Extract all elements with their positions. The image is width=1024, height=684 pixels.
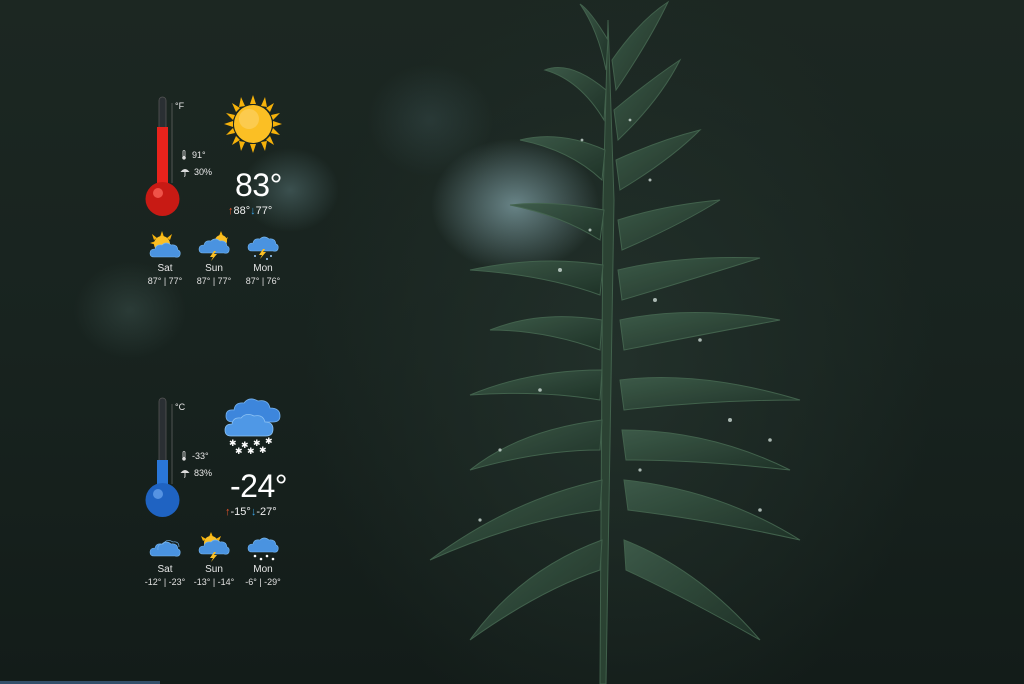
feels-like-value: 91° [192,150,206,160]
high-low: ↑ -15° ↓ -27° [225,506,277,518]
precipitation-value: 83% [194,468,213,478]
thermometer-icon [145,397,180,517]
precipitation-value: 30% [194,167,213,177]
feels-like: 91° [180,150,206,160]
forecast-day-label: Mon [253,263,273,274]
partly-cloudy-sun-icon [149,231,181,258]
forecast-day: Mon -6° | -29° [233,532,293,587]
sun-thunderstorm-icon [198,532,230,562]
sun-icon [224,95,282,153]
forecast-range: -6° | -29° [245,577,281,587]
feels-like-value: -33° [192,451,209,461]
sun-thunderstorm-icon [198,231,230,261]
umbrella-icon [180,169,190,177]
thermometer-icon [145,96,180,216]
weather-widget-fahrenheit[interactable]: °F 91° 30% 83° ↑ 88° ↓ 77° Sat 87° | 77°… [145,95,305,295]
svg-text:✱: ✱ [259,446,267,454]
weather-widget-celsius[interactable]: °C -33° 83% ✱ ✱ ✱ ✱ ✱ ✱ ✱ -24° ↑ -15° ↓ -27° … [145,396,305,596]
high-temperature: -15° [230,506,251,518]
cloudy-icon [149,540,181,557]
low-temperature: -27° [256,506,277,518]
high-low: ↑ 88° ↓ 77° [228,205,272,217]
forecast-range: 87° | 76° [245,276,281,286]
high-temperature: 88° [233,205,251,217]
svg-text:✱: ✱ [235,447,243,454]
forecast-day: Mon 87° | 76° [233,231,293,286]
temperature-unit: °F [175,101,185,111]
snow-cloud-icon [247,537,279,561]
small-thermometer-icon [182,150,186,160]
heavy-snow-icon: ✱ ✱ ✱ ✱ ✱ ✱ ✱ [224,398,281,454]
svg-text:✱: ✱ [247,447,255,454]
temperature-unit: °C [175,402,186,412]
small-thermometer-icon [182,451,186,461]
current-temperature: -24° [230,468,288,504]
umbrella-icon [180,470,190,478]
forecast-day-label: Mon [253,564,273,575]
feels-like: -33° [180,451,209,461]
thunderstorm-rain-icon [247,236,279,260]
precipitation: 30% [180,167,212,177]
precipitation: 83% [180,468,212,478]
low-temperature: 77° [255,205,273,217]
current-temperature: 83° [235,167,282,203]
